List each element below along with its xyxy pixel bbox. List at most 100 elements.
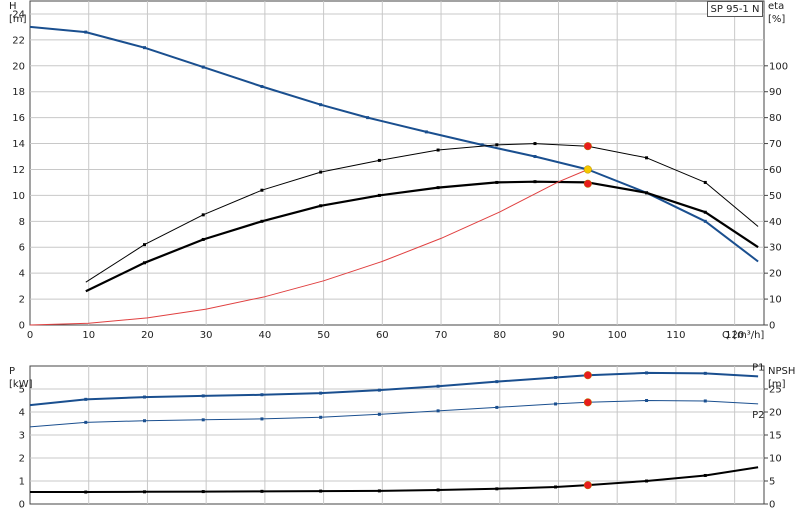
- y-left-tick-label: 22: [12, 35, 25, 46]
- x-tick-label: 60: [376, 330, 389, 341]
- y-right-unit-bracket: [%]: [768, 14, 785, 25]
- series-node: [377, 158, 381, 162]
- series-node: [260, 188, 264, 192]
- y-left-tick-label: 10: [12, 191, 25, 202]
- series-node: [319, 391, 323, 395]
- y-right-tick-label: 20: [769, 408, 782, 419]
- y-left-tick-label: 18: [12, 87, 25, 98]
- series-node: [436, 488, 440, 492]
- series-node: [260, 489, 264, 493]
- series-node: [436, 186, 440, 190]
- series-node: [319, 204, 323, 208]
- series-node: [645, 156, 649, 160]
- series-node: [703, 219, 707, 223]
- series-node: [377, 193, 381, 197]
- series-node: [143, 261, 147, 265]
- y-right-tick-label: 20: [769, 269, 782, 280]
- series-node: [319, 415, 323, 419]
- series-node: [495, 487, 499, 491]
- series-node: [84, 397, 88, 401]
- y-right-unit: NPSH: [768, 366, 795, 377]
- x-tick-label: 10: [82, 330, 95, 341]
- series-node: [645, 191, 649, 195]
- series-node: [495, 380, 499, 384]
- series-node: [366, 116, 370, 120]
- x-tick-label: 80: [493, 330, 506, 341]
- series-node: [143, 243, 147, 247]
- y-left-unit: H: [9, 1, 17, 12]
- series-node: [84, 490, 88, 494]
- x-tick-label: 110: [666, 330, 685, 341]
- x-tick-label: 100: [608, 330, 627, 341]
- y-left-unit: P: [9, 366, 15, 377]
- y-left-tick-label: 16: [12, 113, 25, 124]
- x-tick-label: 20: [141, 330, 154, 341]
- series-node: [319, 170, 323, 174]
- pump-curve-chart: 0 2 4 6 8 10 12 14 16 18 20 22 24 0 10 20 30 40 50 60 70 80 90…: [0, 0, 800, 520]
- series-node: [260, 417, 264, 421]
- x-tick-label: 40: [259, 330, 272, 341]
- y-right-tick-label: 80: [769, 113, 782, 124]
- series-node: [201, 65, 205, 69]
- series-node: [84, 30, 88, 34]
- y-right-unit-bracket: [m]: [768, 379, 786, 390]
- chart-svg: 0246810121416182022240102030405060708090…: [9, 0, 795, 511]
- series-node: [703, 210, 707, 214]
- series-node: [143, 46, 147, 50]
- y-right-tick-label: 15: [769, 431, 782, 442]
- series-node: [645, 479, 649, 483]
- y-left-tick-label: 2: [19, 295, 25, 306]
- series-node: [143, 395, 147, 399]
- y-left-tick-label: 0: [19, 500, 25, 511]
- series-node: [143, 419, 147, 423]
- duty-point-marker: [583, 371, 592, 380]
- y-right-unit: eta: [768, 1, 784, 12]
- y-left-tick-label: 8: [19, 217, 25, 228]
- y-left-tick-label: 3: [19, 431, 25, 442]
- x-tick-label: 0: [27, 330, 33, 341]
- chart-title: SP 95-1 N: [710, 3, 760, 15]
- series-node: [377, 412, 381, 416]
- y-right-tick-label: 100: [769, 61, 788, 72]
- y-left-tick-label: 2: [19, 454, 25, 465]
- series-node: [201, 213, 205, 217]
- y-right-tick-label: 30: [769, 243, 782, 254]
- duty-point-marker: [583, 165, 592, 174]
- x-tick-label: 70: [435, 330, 448, 341]
- y-right-tick-label: 10: [769, 454, 782, 465]
- y-left-tick-label: 4: [19, 408, 25, 419]
- series-node: [319, 489, 323, 493]
- y-right-tick-label: 50: [769, 191, 782, 202]
- duty-point-marker: [583, 142, 592, 151]
- series-node: [495, 405, 499, 409]
- y-left-tick-label: 6: [19, 243, 25, 254]
- series-node: [533, 155, 537, 159]
- x-tick-label: 50: [317, 330, 330, 341]
- series-node: [436, 409, 440, 413]
- duty-point-marker: [583, 481, 592, 490]
- y-right-tick-label: 40: [769, 217, 782, 228]
- y-left-tick-label: 4: [19, 269, 25, 280]
- series-node: [703, 473, 707, 477]
- duty-point-marker: [583, 179, 592, 188]
- y-right-tick-label: 60: [769, 165, 782, 176]
- y-right-tick-label: 0: [769, 321, 775, 332]
- series-node: [319, 103, 323, 107]
- x-tick-label: 90: [552, 330, 565, 341]
- y-left-unit-bracket: [kW]: [9, 379, 33, 390]
- y-left-tick-label: 12: [12, 165, 25, 176]
- series-node: [143, 490, 147, 494]
- series-node: [84, 420, 88, 424]
- y-right-tick-label: 70: [769, 139, 782, 150]
- series-node: [554, 376, 558, 379]
- y-left-unit-bracket: [m]: [9, 14, 27, 25]
- chart-title-box: SP 95-1 N: [707, 1, 763, 17]
- series-node: [495, 143, 499, 147]
- x-tick-label: 30: [200, 330, 213, 341]
- series-node: [554, 402, 558, 406]
- x-axis-label: Q [m³/h]: [722, 330, 764, 341]
- series-node: [703, 371, 707, 375]
- series-node: [260, 393, 264, 397]
- y-left-tick-label: 0: [19, 321, 25, 332]
- series-node: [533, 142, 537, 146]
